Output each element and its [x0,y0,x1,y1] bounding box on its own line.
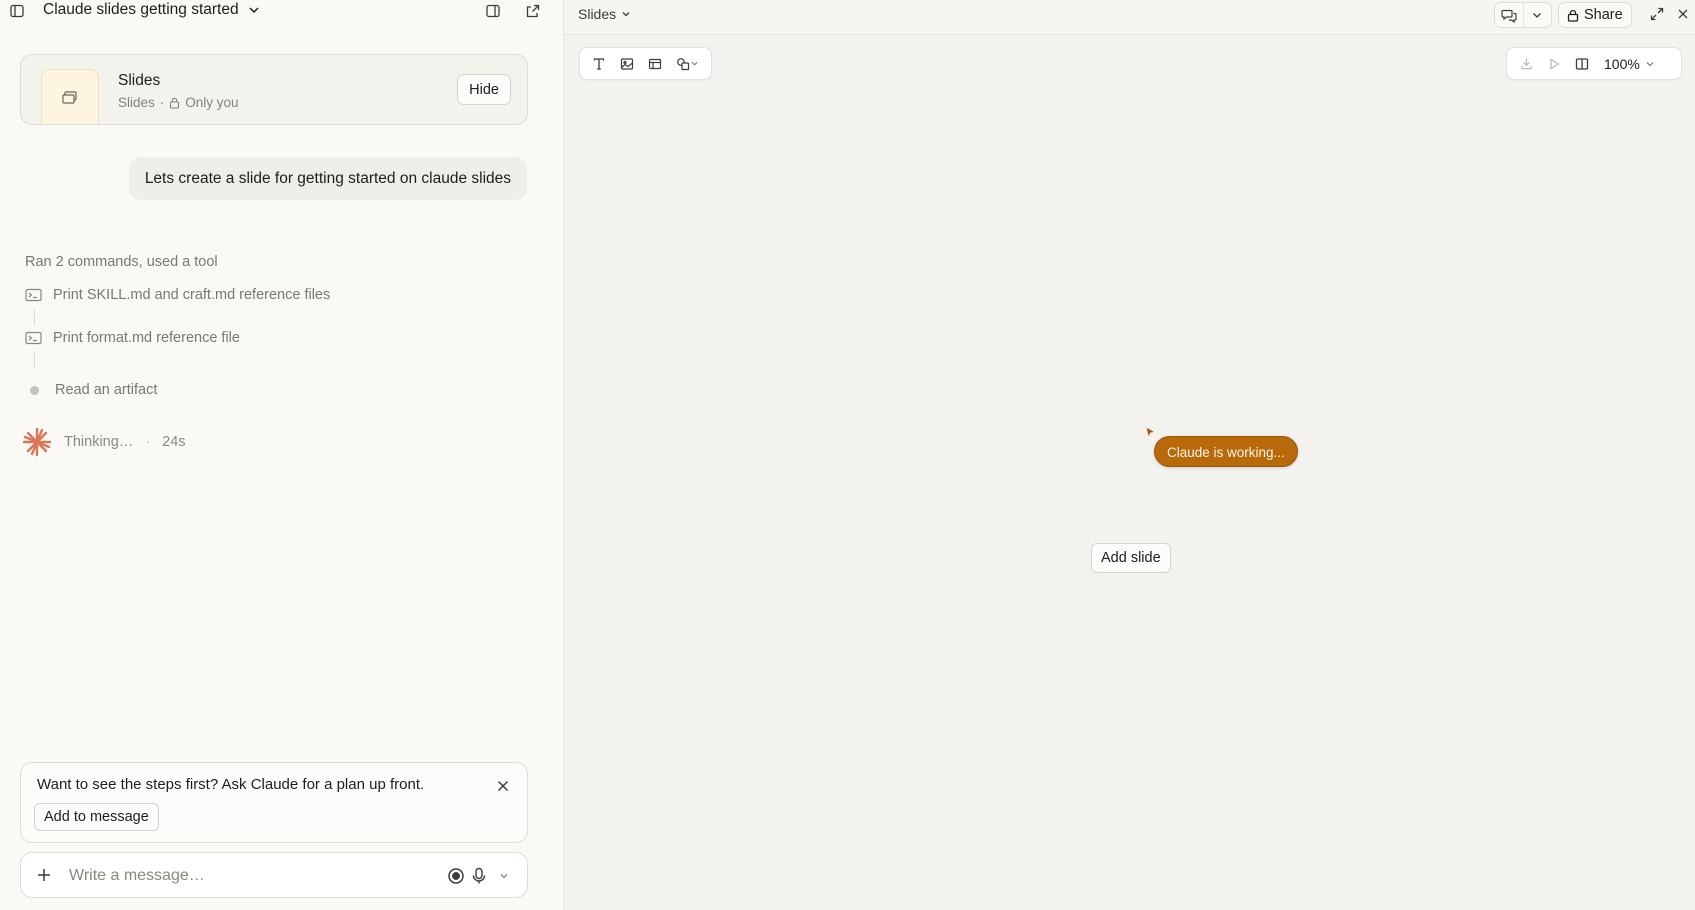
comments-icon[interactable] [1495,3,1523,27]
record-icon[interactable] [445,865,467,887]
insert-toolbar [579,47,712,80]
user-message: Lets create a slide for getting started … [128,157,527,200]
shapes-tool-button[interactable] [669,51,705,77]
text-tool-icon[interactable] [585,51,613,77]
step-connector [34,352,35,368]
message-input[interactable] [69,863,429,889]
thinking-elapsed: 24s [162,434,186,450]
working-status-badge: Claude is working... [1154,436,1298,467]
thinking-label: Thinking… [64,434,134,450]
expand-icon[interactable] [1646,3,1668,25]
open-external-icon[interactable] [522,0,544,22]
lock-icon [169,97,180,109]
artifact-pane-title[interactable]: Slides [578,6,631,22]
artifact-title: Slides [118,72,161,89]
artifact-pane-title-text: Slides [578,6,617,22]
view-toolbar: 100% [1506,47,1682,80]
image-tool-icon[interactable] [613,51,641,77]
close-icon[interactable] [1673,3,1693,25]
tool-step-label: Read an artifact [55,382,158,398]
terminal-icon [25,288,42,302]
chat-header: Claude slides getting started [0,0,564,22]
tip-text: Want to see the steps first? Ask Claude … [37,776,425,793]
chevron-down-icon [1645,59,1655,69]
tool-step[interactable]: Print SKILL.md and craft.md reference fi… [25,287,330,303]
add-to-message-button[interactable]: Add to message [34,803,159,831]
microphone-button[interactable] [471,865,509,887]
chevron-down-icon [247,3,261,17]
artifact-pane: Slides Share 100% Claude is working... A… [565,0,1695,910]
chat-pane: Claude slides getting started Slides Sli… [0,0,564,910]
message-composer [20,852,528,898]
tip-card: Want to see the steps first? Ask Claude … [20,762,528,843]
close-icon[interactable] [493,776,513,796]
conversation-title[interactable]: Claude slides getting started [43,1,261,19]
table-tool-icon[interactable] [641,51,669,77]
lock-icon [1567,9,1579,22]
conversation-title-text: Claude slides getting started [43,1,239,18]
shapes-icon [676,57,690,71]
artifact-visibility: Only you [185,95,239,110]
tool-step-label: Print SKILL.md and craft.md reference fi… [53,287,331,303]
download-icon[interactable] [1512,51,1540,77]
panel-toggle-icon[interactable] [1568,51,1596,77]
separator: · [159,95,165,110]
share-button[interactable]: Share [1558,2,1632,28]
slides-icon [61,90,79,106]
microphone-icon [471,867,487,885]
terminal-icon [25,331,42,345]
chevron-down-icon [690,59,699,68]
zoom-level: 100% [1604,55,1640,72]
step-dot-icon [30,385,39,395]
zoom-select[interactable]: 100% [1604,56,1655,72]
artifact-card[interactable]: Slides Slides · Only you Hide [20,54,528,125]
tool-step-label: Print format.md reference file [53,330,240,346]
cursor-pointer-icon [1145,426,1157,440]
sidebar-toggle-icon[interactable] [6,0,28,22]
chevron-down-icon [621,9,631,19]
separator: · [145,434,151,450]
chevron-down-icon[interactable] [1522,3,1551,27]
play-icon[interactable] [1540,51,1568,77]
chevron-down-icon [499,871,509,881]
step-connector [34,309,35,325]
claude-spark-icon [22,427,52,457]
plus-icon[interactable] [33,864,55,886]
split-view-icon[interactable] [482,0,504,22]
artifact-thumbnail [41,69,99,124]
tool-step[interactable]: Read an artifact [25,382,157,398]
thinking-indicator: Thinking… · 24s [22,427,186,457]
hide-artifact-button[interactable]: Hide [457,74,511,105]
share-label: Share [1584,7,1623,23]
artifact-pane-header: Slides Share [565,0,1695,35]
add-slide-button[interactable]: Add slide [1091,543,1171,573]
artifact-subtitle: Slides · Only you [118,95,239,110]
tool-summary[interactable]: Ran 2 commands, used a tool [25,254,218,270]
artifact-type: Slides [118,95,155,110]
tool-step[interactable]: Print format.md reference file [25,330,240,346]
comment-button-group [1494,2,1552,28]
